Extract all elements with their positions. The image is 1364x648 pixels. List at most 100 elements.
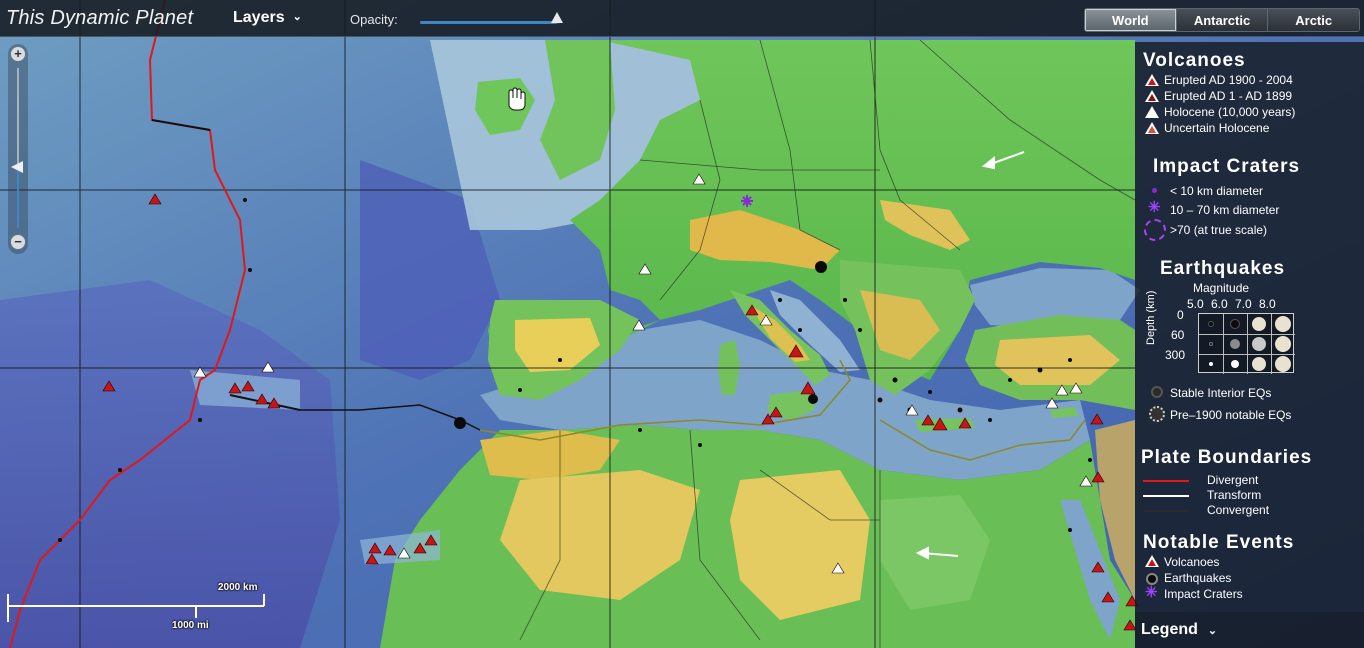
opacity-slider-thumb[interactable] [551, 12, 564, 23]
volcano-legend-label: Uncertain Holocene [1164, 121, 1270, 135]
earthquake-marker [243, 198, 247, 202]
eq-symbol [1209, 362, 1213, 366]
grid-line [1223, 314, 1224, 374]
legend-toggle-button[interactable]: Legend ⌄ [1141, 621, 1217, 639]
legend-volcanoes-title: Volcanoes [1143, 50, 1246, 71]
scale-bar: 2000 km 1000 mi [6, 582, 268, 632]
earthquake-marker [198, 418, 202, 422]
zoom-out-button[interactable]: − [10, 234, 26, 250]
grid-line [1271, 314, 1272, 374]
notable-crater-icon: ✳ [1145, 584, 1158, 601]
eq-symbol [1252, 317, 1266, 331]
medium-crater-icon: ✳ [1148, 199, 1161, 216]
legend-notable-earthquakes-label: Earthquakes [1164, 571, 1232, 585]
earthquake-marker [877, 397, 883, 403]
legend-crater-medium-label: 10 – 70 km diameter [1170, 203, 1280, 217]
depth-tick-label: 300 [1165, 348, 1186, 362]
top-toolbar: This Dynamic Planet Layers ⌄ Opacity: Wor… [0, 0, 1364, 37]
volcano-legend-icon [1145, 122, 1159, 134]
eq-symbol [1275, 336, 1291, 352]
chevron-down-icon: ⌄ [1207, 625, 1218, 637]
small-crater-icon [1152, 188, 1157, 193]
earthquake-marker [698, 443, 702, 447]
stable-eq-icon [1151, 386, 1163, 398]
legend-notable-craters-label: Impact Craters [1164, 587, 1243, 601]
eq-symbol [1275, 316, 1291, 332]
depth-tick-label: 0 [1177, 308, 1184, 322]
earthquake-marker [638, 428, 642, 432]
grid-line [1199, 354, 1295, 355]
layers-menu-button[interactable]: Layers ⌄ [233, 9, 302, 27]
volcano-legend-icon [1145, 90, 1159, 102]
legend-panel: Volcanoes Erupted AD 1900 - 2004 Erupted … [1135, 42, 1364, 612]
earthquake-marker [808, 394, 818, 404]
plate-boundary-label: Convergent [1207, 503, 1270, 517]
chevron-down-icon: ⌄ [292, 11, 302, 23]
opacity-label: Opacity: [350, 12, 398, 27]
earthquake-marker [778, 298, 782, 302]
volcano-legend-icon [1145, 74, 1159, 86]
view-tab-world[interactable]: World [1085, 9, 1177, 31]
earthquake-marker [454, 417, 466, 429]
eq-symbol [1275, 356, 1291, 372]
earthquake-marker [1008, 378, 1012, 382]
earthquake-marker [1037, 367, 1043, 373]
eq-symbol [1208, 321, 1214, 327]
grid-line [1247, 314, 1248, 374]
earthquake-marker [1068, 358, 1072, 362]
earthquake-magnitude-grid [1198, 313, 1295, 374]
opacity-slider-fill [420, 21, 558, 24]
depth-tick-label: 60 [1171, 328, 1185, 342]
eq-symbol [1209, 342, 1213, 346]
eq-symbol [1230, 319, 1240, 329]
legend-footer: Legend ⌄ [1135, 612, 1364, 648]
layers-menu-label: Layers [233, 9, 285, 26]
legend-impact-craters-title: Impact Craters [1153, 156, 1301, 177]
legend-stable-eq-label: Stable Interior EQs [1170, 386, 1272, 400]
volcano-legend-icon [1145, 106, 1159, 118]
earthquake-marker [988, 418, 992, 422]
zoom-slider-fill [17, 167, 19, 228]
legend-notable-events-title: Notable Events [1143, 532, 1295, 553]
scale-mi-label: 1000 mi [172, 620, 209, 631]
earthquake-marker [248, 268, 252, 272]
eq-symbol [1230, 339, 1240, 349]
eq-symbol [1252, 357, 1266, 371]
plate-boundary-label: Transform [1207, 488, 1262, 502]
legend-toggle-label: Legend [1141, 621, 1198, 638]
large-crater-icon [1144, 219, 1166, 241]
legend-notable-volcanoes-label: Volcanoes [1164, 555, 1220, 569]
plate-boundary-swatch [1143, 495, 1189, 497]
plate-boundary-swatch [1143, 510, 1189, 512]
earthquake-marker [118, 468, 122, 472]
eq-symbol [1231, 360, 1239, 368]
zoom-control: + − [8, 44, 28, 254]
earthquake-marker [928, 390, 932, 394]
notable-volcano-icon [1145, 555, 1159, 567]
earthquake-marker [58, 538, 62, 542]
volcano-legend-label: Erupted AD 1900 - 2004 [1164, 73, 1293, 87]
earthquake-marker [1068, 528, 1072, 532]
earthquake-marker [1088, 458, 1092, 462]
view-tabs: World Antarctic Arctic [1084, 8, 1360, 32]
plate-boundary-label: Divergent [1207, 473, 1259, 487]
volcano-legend-label: Holocene (10,000 years) [1164, 105, 1296, 119]
magnitude-tick-label: 8.0 [1259, 297, 1276, 311]
view-tab-antarctic[interactable]: Antarctic [1176, 9, 1269, 31]
eq-symbol [1252, 337, 1266, 351]
opacity-slider[interactable] [420, 12, 564, 24]
pre1900-eq-icon [1149, 406, 1165, 422]
view-tab-arctic[interactable]: Arctic [1268, 9, 1359, 31]
legend-depth-label: Depth (km) [1145, 290, 1157, 345]
app-title: This Dynamic Planet [6, 7, 194, 29]
app-window: This Dynamic Planet Layers ⌄ Opacity: Wor… [0, 0, 1364, 648]
magnitude-tick-label: 7.0 [1235, 297, 1252, 311]
earthquake-marker [798, 328, 802, 332]
legend-crater-large-label: >70 (at true scale) [1170, 223, 1268, 237]
zoom-in-button[interactable]: + [10, 46, 26, 62]
volcano-legend-label: Erupted AD 1 - AD 1899 [1164, 89, 1293, 103]
zoom-slider-thumb[interactable] [11, 161, 23, 174]
earthquake-marker [858, 328, 862, 332]
legend-crater-small-label: < 10 km diameter [1170, 184, 1264, 198]
earthquake-marker [843, 298, 847, 302]
